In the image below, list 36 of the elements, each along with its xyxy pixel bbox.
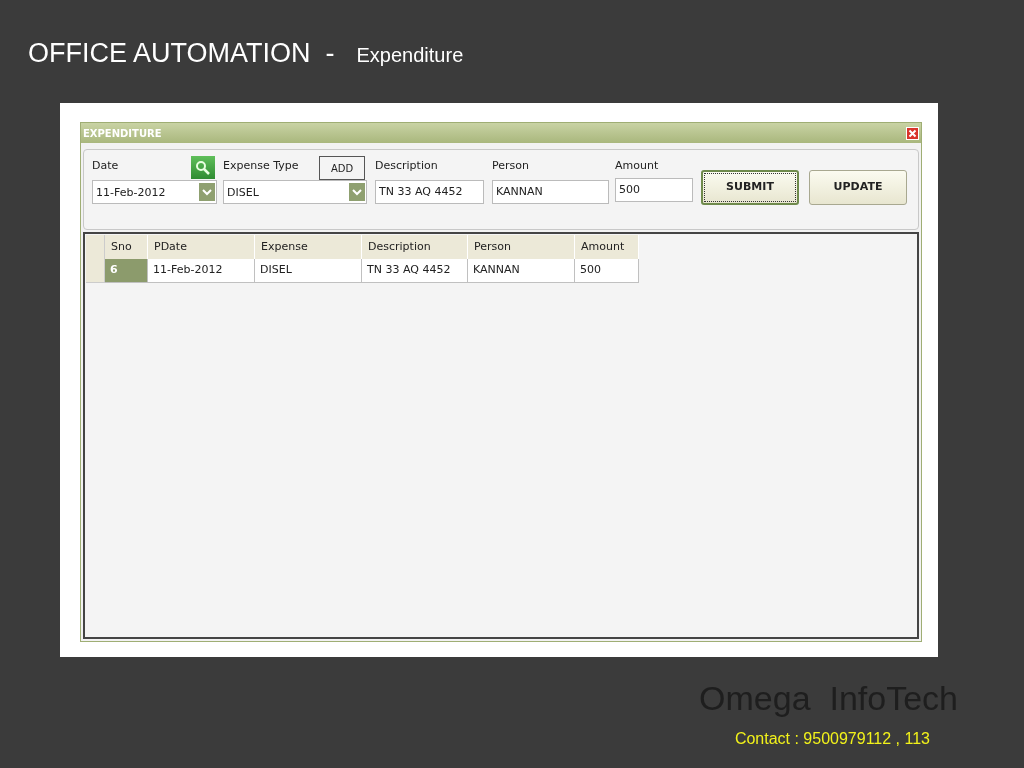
field-label: Date <box>92 158 119 174</box>
field-label: Person <box>492 158 529 174</box>
close-button[interactable] <box>906 126 919 140</box>
column-header[interactable]: Sno <box>105 235 148 259</box>
contact-text: Contact : 9500979112 , 113 <box>734 729 930 749</box>
column-header[interactable]: Description <box>362 235 468 259</box>
table-cell: 500 <box>575 259 639 283</box>
input-field[interactable]: 500 <box>615 178 693 202</box>
slide-subtitle: Expenditure <box>356 45 464 65</box>
table-cell: DISEL <box>255 259 362 283</box>
slide-title: OFFICE AUTOMATION - <box>28 40 335 67</box>
input-field[interactable]: KANNAN <box>492 180 609 204</box>
window-title: EXPENDITURE <box>83 126 162 141</box>
dropdown[interactable]: 11-Feb-2012 <box>92 180 217 204</box>
table-cell: 6 <box>105 259 148 283</box>
chevron-down-icon <box>199 183 215 201</box>
input-field[interactable]: TN 33 AQ 4452 <box>375 180 484 204</box>
column-header[interactable]: Expense <box>255 235 362 259</box>
search-icon <box>195 159 211 176</box>
table-cell: TN 33 AQ 4452 <box>362 259 468 283</box>
close-icon <box>908 128 917 138</box>
field-label: Description <box>375 158 438 174</box>
row-header <box>86 235 105 259</box>
field-label: Amount <box>615 158 659 174</box>
dropdown[interactable]: DISEL <box>223 180 367 204</box>
table-cell: 11-Feb-2012 <box>148 259 255 283</box>
column-header[interactable]: Amount <box>575 235 639 259</box>
column-header[interactable]: Person <box>468 235 575 259</box>
table-cell: KANNAN <box>468 259 575 283</box>
field-label: Expense Type <box>223 158 299 174</box>
chevron-down-icon <box>349 183 365 201</box>
action-button[interactable]: UPDATE <box>809 170 907 205</box>
search-button[interactable] <box>191 156 215 179</box>
add-button[interactable]: ADD <box>319 156 365 180</box>
action-button[interactable]: SUBMIT <box>701 170 799 205</box>
column-header[interactable]: PDate <box>148 235 255 259</box>
